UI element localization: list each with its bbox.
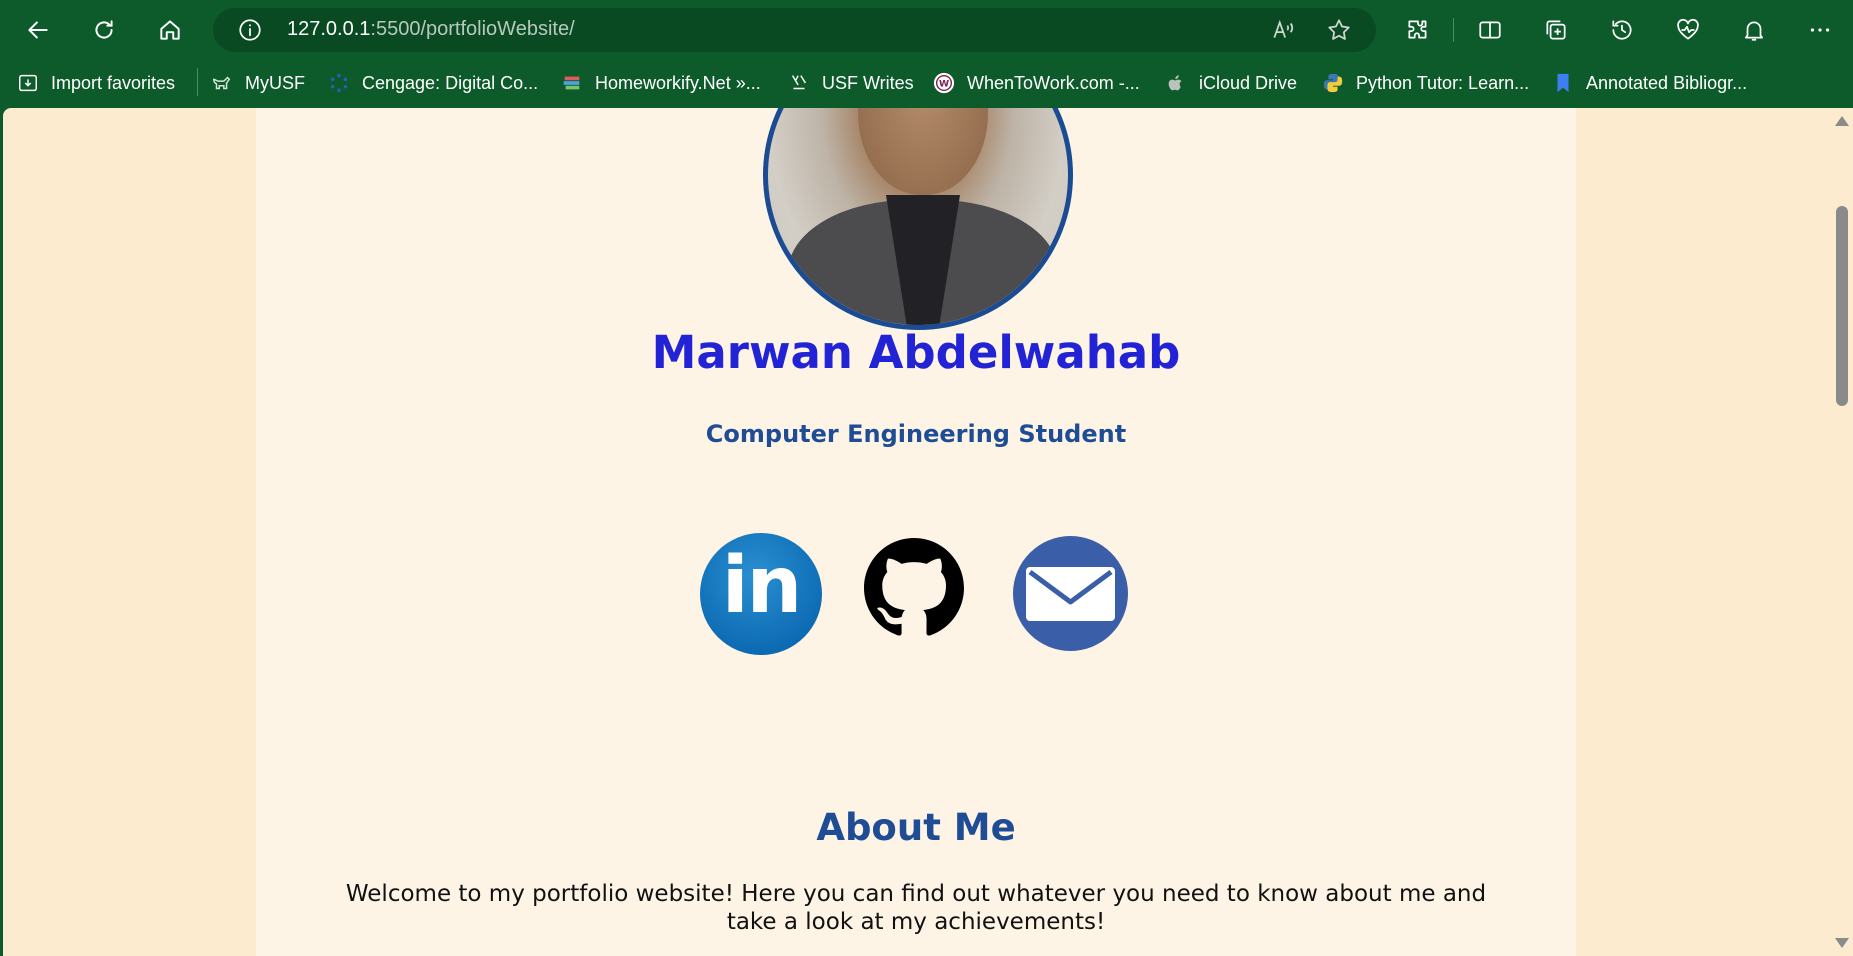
about-heading: About Me xyxy=(816,806,1016,849)
bookmark-icloud-drive[interactable]: iCloud Drive xyxy=(1165,70,1297,96)
extensions-icon[interactable] xyxy=(1400,12,1436,48)
more-options-icon[interactable] xyxy=(1802,12,1838,48)
github-link[interactable] xyxy=(864,538,964,638)
whentowork-icon: W xyxy=(933,72,955,94)
linkedin-icon: in xyxy=(721,541,802,631)
scroll-up-arrow-icon[interactable] xyxy=(1835,116,1849,126)
home-icon[interactable] xyxy=(152,12,188,48)
history-icon[interactable] xyxy=(1604,12,1640,48)
books-icon xyxy=(561,72,583,94)
split-screen-icon[interactable] xyxy=(1472,12,1508,48)
bookmarks-divider xyxy=(197,68,198,96)
refresh-icon[interactable] xyxy=(86,12,122,48)
bookmarks-bar: Import favorites MyUSF Cengage: Digital … xyxy=(0,60,1853,106)
bookmark-annotated-bibliography[interactable]: Annotated Bibliogr... xyxy=(1552,70,1747,96)
profile-subtitle: Computer Engineering Student xyxy=(705,420,1127,448)
bookmark-label: Python Tutor: Learn... xyxy=(1356,72,1530,93)
envelope-icon xyxy=(1026,567,1115,621)
address-bar[interactable]: 127.0.0.1:5500/portfolioWebsite/ xyxy=(213,8,1376,52)
browser-essentials-icon[interactable] xyxy=(1670,12,1706,48)
page-scrollbar[interactable] xyxy=(1831,108,1853,956)
bookmark-python-tutor[interactable]: Python Tutor: Learn... xyxy=(1322,70,1529,96)
bookmark-label: WhenToWork.com -... xyxy=(967,72,1140,93)
bookmark-label: Cengage: Digital Co... xyxy=(362,72,539,93)
python-icon xyxy=(1322,72,1344,94)
bookmark-myusf[interactable]: MyUSF xyxy=(211,70,305,96)
bookmark-label: USF Writes xyxy=(822,72,914,93)
toolbar-divider xyxy=(1453,18,1454,42)
profile-photo xyxy=(763,108,1073,330)
bookmark-homeworkify[interactable]: Homeworkify.Net »... xyxy=(561,70,761,96)
profile-name: Marwan Abdelwahab xyxy=(651,326,1181,379)
bookmark-label: MyUSF xyxy=(245,72,305,93)
bookmark-label: iCloud Drive xyxy=(1199,72,1298,93)
bookmark-import-favorites[interactable]: Import favorites xyxy=(17,70,175,96)
back-icon[interactable] xyxy=(20,12,56,48)
url-text[interactable]: 127.0.0.1:5500/portfolioWebsite/ xyxy=(287,18,575,41)
url-host: 127.0.0.1 xyxy=(287,18,371,40)
scroll-down-arrow-icon[interactable] xyxy=(1835,938,1849,948)
page-viewport: Marwan Abdelwahab Computer Engineering S… xyxy=(3,108,1831,956)
browser-toolbar: 127.0.0.1:5500/portfolioWebsite/ xyxy=(0,0,1853,60)
photo-face xyxy=(858,108,988,195)
content-column: Marwan Abdelwahab Computer Engineering S… xyxy=(256,108,1576,956)
bookmark-label: Import favorites xyxy=(51,72,176,93)
cengage-icon xyxy=(328,72,350,94)
svg-text:W: W xyxy=(939,79,949,90)
bookmark-label: Annotated Bibliogr... xyxy=(1586,72,1748,93)
email-link[interactable] xyxy=(1013,536,1128,651)
linkedin-link[interactable]: in xyxy=(700,533,822,655)
usf-writes-icon xyxy=(788,72,810,94)
site-info-icon[interactable] xyxy=(237,17,263,43)
apple-icon xyxy=(1165,72,1187,94)
bookmark-icon xyxy=(1552,72,1574,94)
url-path: :5500/portfolioWebsite/ xyxy=(370,18,575,40)
import-icon xyxy=(17,72,39,94)
read-aloud-icon[interactable] xyxy=(1270,17,1296,43)
about-paragraph: Welcome to my portfolio website! Here yo… xyxy=(345,881,1487,935)
collections-icon[interactable] xyxy=(1538,12,1574,48)
bull-icon xyxy=(211,72,233,94)
notifications-icon[interactable] xyxy=(1736,12,1772,48)
favorite-star-icon[interactable] xyxy=(1326,17,1352,43)
scroll-thumb[interactable] xyxy=(1836,206,1848,406)
github-icon xyxy=(864,538,964,636)
bookmark-cengage[interactable]: Cengage: Digital Co... xyxy=(328,70,538,96)
bookmark-label: Homeworkify.Net »... xyxy=(595,72,761,93)
bookmark-whentowork[interactable]: W WhenToWork.com -... xyxy=(933,70,1140,96)
bookmark-usf-writes[interactable]: USF Writes xyxy=(788,70,914,96)
